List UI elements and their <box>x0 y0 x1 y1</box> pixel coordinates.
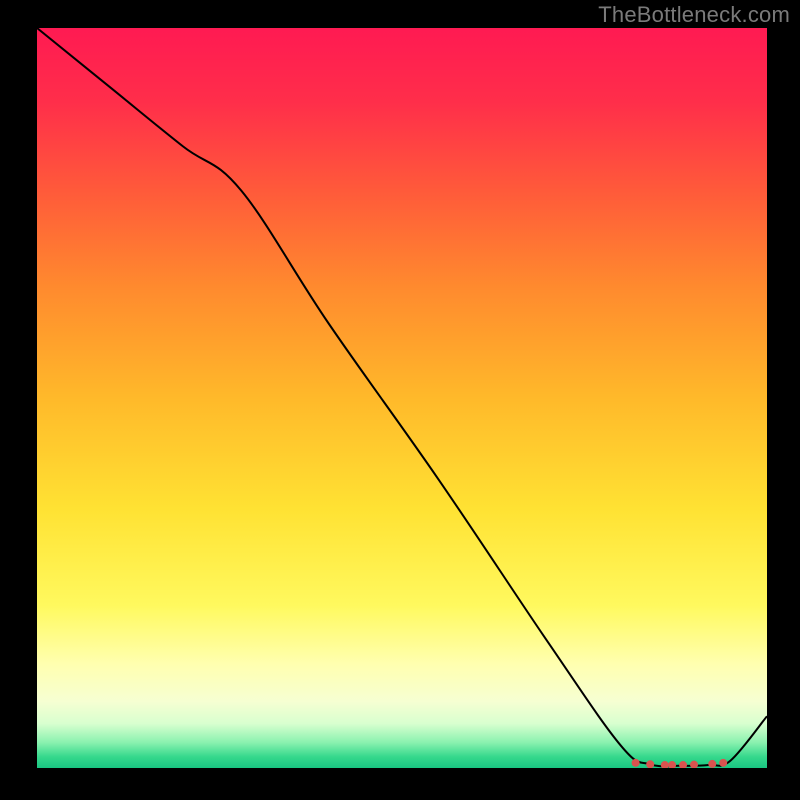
optimal-marker <box>719 759 727 767</box>
chart-svg <box>37 28 767 768</box>
chart-container: TheBottleneck.com <box>0 0 800 800</box>
plot-area <box>35 28 765 768</box>
watermark-text: TheBottleneck.com <box>598 2 790 28</box>
optimal-marker <box>646 760 654 768</box>
optimal-marker <box>708 760 716 768</box>
gradient-background <box>37 28 767 768</box>
optimal-marker <box>632 759 640 767</box>
